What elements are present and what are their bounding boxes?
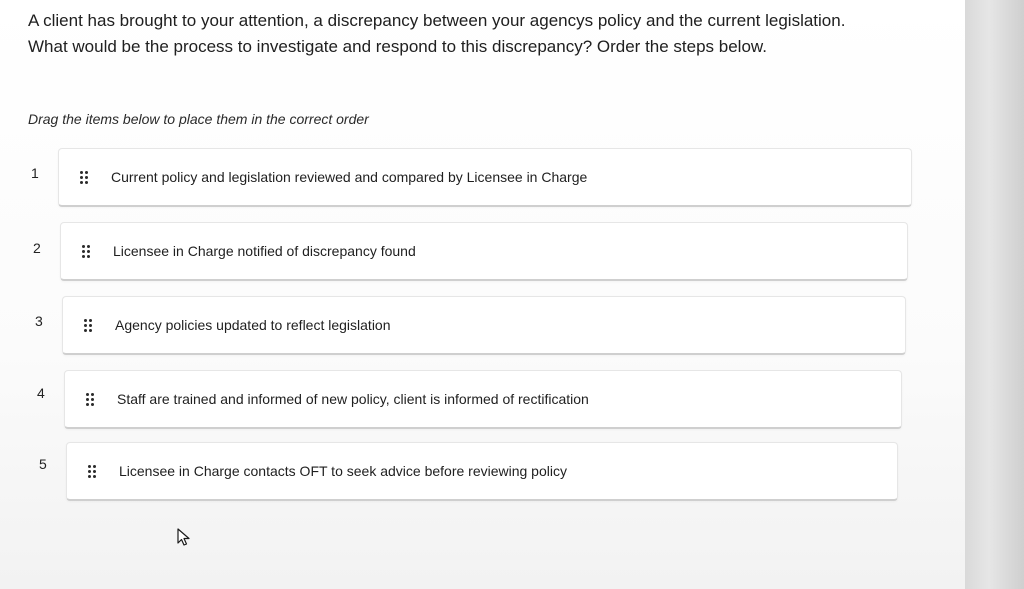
mouse-pointer-icon xyxy=(177,528,190,546)
step-number-1: 1 xyxy=(31,165,39,181)
display-bezel xyxy=(965,0,1024,589)
sortable-item-label: Licensee in Charge notified of discrepan… xyxy=(113,243,416,259)
question-text: A client has brought to your attention, … xyxy=(28,8,928,60)
sortable-item-label: Licensee in Charge contacts OFT to seek … xyxy=(119,463,567,479)
sortable-item-label: Current policy and legislation reviewed … xyxy=(111,169,588,185)
step-number-2: 2 xyxy=(33,240,41,256)
step-number-3: 3 xyxy=(35,313,43,329)
sortable-item-1[interactable]: Current policy and legislation reviewed … xyxy=(58,148,912,207)
sortable-item-label: Staff are trained and informed of new po… xyxy=(117,391,589,407)
sortable-item-2[interactable]: Licensee in Charge notified of discrepan… xyxy=(60,222,908,281)
screen: A client has brought to your attention, … xyxy=(0,0,965,589)
sortable-item-3[interactable]: Agency policies updated to reflect legis… xyxy=(62,296,906,355)
drag-handle-icon[interactable] xyxy=(79,244,93,258)
question-line-2: What would be the process to investigate… xyxy=(28,37,767,56)
step-number-4: 4 xyxy=(37,385,45,401)
drag-handle-icon[interactable] xyxy=(77,170,91,184)
sortable-item-5[interactable]: Licensee in Charge contacts OFT to seek … xyxy=(66,442,898,501)
step-number-5: 5 xyxy=(39,456,47,472)
drag-handle-icon[interactable] xyxy=(83,392,97,406)
sortable-item-label: Agency policies updated to reflect legis… xyxy=(115,317,391,333)
drag-handle-icon[interactable] xyxy=(85,464,99,478)
sortable-item-4[interactable]: Staff are trained and informed of new po… xyxy=(64,370,902,429)
question-line-1: A client has brought to your attention, … xyxy=(28,11,846,30)
drag-instruction: Drag the items below to place them in th… xyxy=(28,111,369,127)
drag-handle-icon[interactable] xyxy=(81,318,95,332)
